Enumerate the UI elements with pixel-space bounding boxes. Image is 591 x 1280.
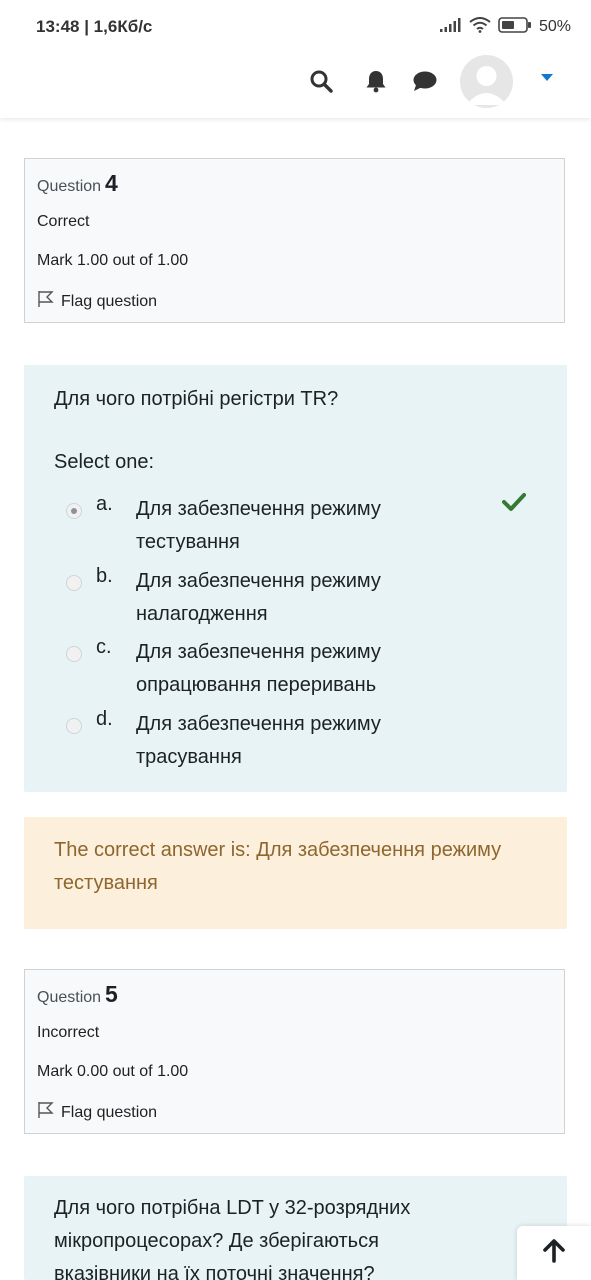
status-icons: 50% [439, 16, 571, 38]
user-avatar[interactable] [460, 55, 513, 108]
radio-button[interactable] [66, 718, 82, 734]
answer-text: Для забезпечення режиму опрацювання пере… [136, 641, 381, 696]
arrow-up-icon [543, 1238, 565, 1268]
question-text: Для чого потрібна LDT у 32-розрядних мік… [54, 1197, 411, 1280]
question-number: 5 [105, 981, 118, 1007]
battery-percent: 50% [538, 18, 571, 35]
question-info-box: Question 4 Correct Mark 1.00 out of 1.00 … [24, 158, 565, 323]
answer-option-a[interactable]: a. Для забезпечення режиму тестування [66, 493, 506, 565]
flag-icon [37, 290, 55, 313]
answer-text: Для забезпечення режиму трасування [136, 713, 381, 768]
status-bar: 13:48 | 1,6Кб/с 50% [0, 0, 591, 55]
question-state: Incorrect [37, 1024, 100, 1041]
flag-question-link[interactable]: Flag question [37, 290, 157, 313]
answer-letter: d. [96, 708, 113, 730]
answer-letter: b. [96, 565, 113, 587]
question-label: Question [37, 989, 102, 1006]
radio-button[interactable] [66, 646, 82, 662]
battery-icon [498, 16, 532, 38]
question-info-box: Question 5 Incorrect Mark 0.00 out of 1.0… [24, 969, 565, 1134]
chat-icon[interactable] [411, 67, 439, 95]
radio-button[interactable] [66, 575, 82, 591]
signal-icon [439, 17, 462, 37]
question-text: Для чого потрібні регістри TR? [54, 388, 339, 410]
chevron-down-icon[interactable] [541, 74, 553, 81]
bell-icon[interactable] [362, 67, 390, 95]
answer-letter: a. [96, 493, 113, 515]
question-formulation: Для чого потрібні регістри TR? Select on… [24, 365, 567, 792]
radio-button[interactable] [66, 503, 82, 519]
top-navbar [0, 55, 591, 118]
flag-question-label: Flag question [61, 292, 158, 310]
question-title: Question 5 [37, 981, 118, 1008]
answer-option-d[interactable]: d. Для забезпечення режиму трасування [66, 708, 506, 780]
question-number: 4 [105, 170, 118, 196]
question-state: Correct [37, 213, 90, 230]
flag-question-link[interactable]: Flag question [37, 1101, 157, 1124]
flag-icon [37, 1101, 55, 1124]
flag-question-label: Flag question [61, 1103, 158, 1121]
correct-check-icon [502, 492, 526, 517]
answer-text: Для забезпечення режиму тестування [136, 498, 381, 553]
status-time: 13:48 | 1,6Кб/с [36, 17, 153, 36]
wifi-icon [469, 16, 491, 38]
question-mark: Mark 1.00 out of 1.00 [37, 252, 189, 269]
question-label: Question [37, 178, 102, 195]
answer-option-b[interactable]: b. Для забезпечення режиму налагодження [66, 565, 506, 637]
feedback-text: The correct answer is: Для забезпечення … [54, 839, 502, 894]
correct-answer-feedback: The correct answer is: Для забезпечення … [24, 817, 567, 929]
back-to-top-button[interactable] [517, 1226, 591, 1280]
answer-letter: c. [96, 636, 112, 658]
answer-option-c[interactable]: c. Для забезпечення режиму опрацювання п… [66, 636, 506, 708]
question-title: Question 4 [37, 170, 118, 197]
search-icon[interactable] [307, 67, 335, 95]
question-formulation: Для чого потрібна LDT у 32-розрядних мік… [24, 1176, 567, 1280]
answer-text: Для забезпечення режиму налагодження [136, 570, 381, 625]
select-one-label: Select one: [54, 451, 155, 473]
question-mark: Mark 0.00 out of 1.00 [37, 1063, 189, 1080]
